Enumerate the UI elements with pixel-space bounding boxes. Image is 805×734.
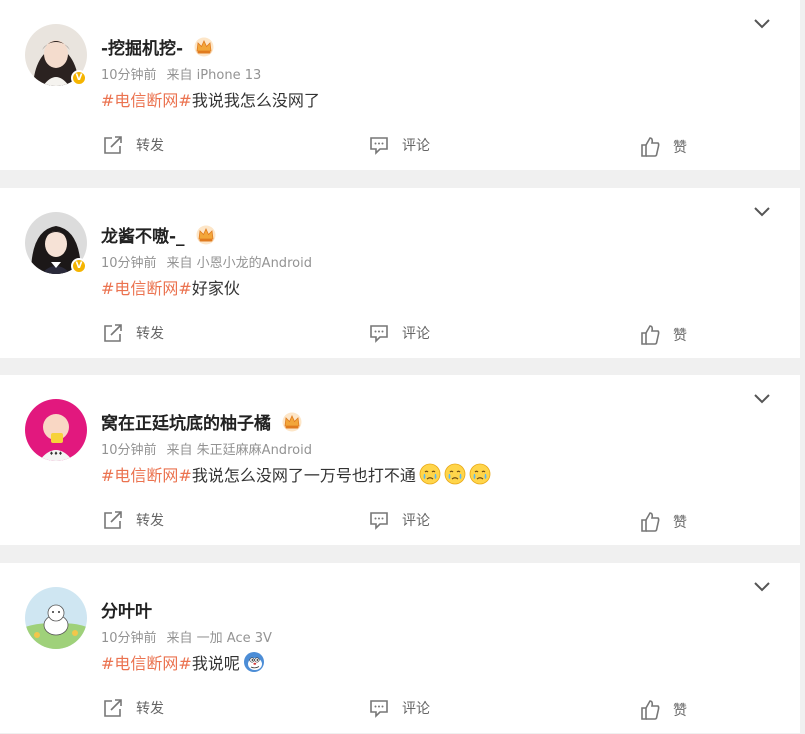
share-button[interactable]: 转发	[102, 509, 164, 531]
author-row: 龙酱不嗷-_	[101, 222, 217, 247]
thumbs-up-icon	[641, 325, 660, 345]
author-row: 分叶叶	[101, 597, 152, 622]
crying-face-emoji	[469, 463, 491, 485]
author-name[interactable]: 龙酱不嗷-_	[101, 222, 185, 247]
like-label: 赞	[673, 703, 687, 719]
share-icon	[104, 136, 122, 154]
post-content: #电信断网# 我说呢	[101, 650, 265, 674]
post-time[interactable]: 10分钟前	[101, 631, 157, 646]
post-source: 来自 小恩小龙的Android	[166, 256, 312, 271]
post-time[interactable]: 10分钟前	[101, 443, 157, 458]
avatar-image	[25, 587, 87, 649]
post-meta: 10分钟前 来自 一加 Ace 3V	[101, 627, 272, 646]
crown-icon	[196, 225, 216, 244]
post-text: 我说呢	[191, 654, 240, 673]
like-button[interactable]: 赞	[639, 511, 687, 533]
post-source: 来自 iPhone 13	[166, 68, 262, 83]
crown-icon	[194, 37, 214, 56]
share-button[interactable]: 转发	[102, 322, 164, 344]
thumbs-up-icon	[641, 512, 660, 532]
verified-badge-icon: V	[71, 258, 87, 274]
comment-label: 评论	[402, 326, 430, 342]
post-card: V -挖掘机挖- 10分钟前 来自 iPhone 13 #电信断网# 我说我怎么没网…	[0, 0, 800, 170]
share-button[interactable]: 转发	[102, 134, 164, 156]
post-meta: 10分钟前 来自 朱正廷麻麻Android	[101, 439, 312, 458]
comment-button[interactable]: 评论	[368, 697, 430, 719]
author-row: 窝在正廷坑底的柚子橘	[101, 409, 303, 434]
share-label: 转发	[136, 326, 164, 342]
post-card: ♦♦♦ V 窝在正廷坑底的柚子橘 10分钟前来自 朱正廷麻麻Android #电…	[0, 375, 800, 545]
chevron-down-icon[interactable]	[753, 581, 771, 593]
share-label: 转发	[136, 701, 164, 717]
crying-face-emoji	[419, 463, 441, 485]
crown-icon	[282, 412, 302, 431]
comment-icon	[370, 512, 388, 530]
chevron-down-icon[interactable]	[753, 18, 771, 30]
comment-icon	[370, 700, 388, 718]
author-name[interactable]: -挖掘机挖-	[101, 34, 183, 59]
thumbs-up-icon	[641, 700, 660, 720]
post-meta: 10分钟前 来自 小恩小龙的Android	[101, 252, 312, 271]
comment-icon	[370, 137, 388, 155]
post-source: 来自 朱正廷麻麻Android	[166, 443, 312, 458]
action-bar: 转发 评论 赞	[0, 509, 800, 535]
author-row: -挖掘机挖-	[101, 34, 215, 59]
post-card: V 龙酱不嗷-_ 10分钟前 来自 小恩小龙的Android #电信断网# 好家伙 …	[0, 188, 800, 358]
like-button[interactable]: 赞	[639, 136, 687, 158]
post-text: 我说怎么没网了一万号也打不通	[191, 466, 416, 485]
action-bar: 转发 评论 赞	[0, 697, 800, 723]
share-button[interactable]: 转发	[102, 697, 164, 719]
author-name[interactable]: 分叶叶	[101, 597, 152, 622]
comment-label: 评论	[402, 701, 430, 717]
avatar[interactable]	[25, 587, 87, 649]
chevron-down-icon[interactable]	[753, 393, 771, 405]
comment-label: 评论	[402, 138, 430, 154]
share-icon	[104, 324, 122, 342]
post-text: 我说我怎么没网了	[191, 91, 320, 110]
share-icon	[104, 699, 122, 717]
like-button[interactable]: 赞	[639, 699, 687, 721]
like-label: 赞	[673, 515, 687, 531]
like-label: 赞	[673, 140, 687, 156]
post-content: #电信断网# 好家伙	[101, 275, 240, 299]
verified-badge-icon: V	[71, 70, 87, 86]
share-label: 转发	[136, 138, 164, 154]
post-content: #电信断网# 我说怎么没网了一万号也打不通	[101, 462, 491, 486]
topic-link[interactable]: #电信断网#	[101, 87, 192, 111]
post-source: 来自 一加 Ace 3V	[166, 631, 272, 646]
thumbs-up-icon	[641, 137, 660, 157]
post-time[interactable]: 10分钟前	[101, 256, 157, 271]
comment-icon	[370, 325, 388, 343]
chevron-down-icon[interactable]	[753, 206, 771, 218]
topic-link[interactable]: #电信断网#	[101, 462, 192, 486]
comment-button[interactable]: 评论	[368, 322, 430, 344]
action-bar: 转发 评论 赞	[0, 134, 800, 160]
post-card: 分叶叶 10分钟前来自 一加 Ace 3V #电信断网#我说呢 转发 评论	[0, 563, 800, 733]
post-content: #电信断网# 我说我怎么没网了	[101, 87, 320, 111]
share-label: 转发	[136, 513, 164, 529]
like-button[interactable]: 赞	[639, 324, 687, 346]
svg-text:♦♦♦: ♦♦♦	[49, 451, 62, 457]
action-bar: 转发 评论 赞	[0, 322, 800, 348]
avatar[interactable]: ♦♦♦	[25, 399, 87, 461]
topic-link[interactable]: #电信断网#	[101, 275, 192, 299]
comment-button[interactable]: 评论	[368, 509, 430, 531]
post-time[interactable]: 10分钟前	[101, 68, 157, 83]
comment-button[interactable]: 评论	[368, 134, 430, 156]
topic-link[interactable]: #电信断网#	[101, 650, 192, 674]
like-label: 赞	[673, 328, 687, 344]
author-name[interactable]: 窝在正廷坑底的柚子橘	[101, 409, 271, 434]
doge-emoji	[243, 652, 264, 672]
crying-face-emoji	[444, 463, 466, 485]
post-meta: 10分钟前 来自 iPhone 13	[101, 64, 261, 83]
comment-label: 评论	[402, 513, 430, 529]
post-text: 好家伙	[191, 279, 240, 298]
share-icon	[104, 511, 122, 529]
avatar-image: ♦♦♦	[25, 399, 87, 461]
